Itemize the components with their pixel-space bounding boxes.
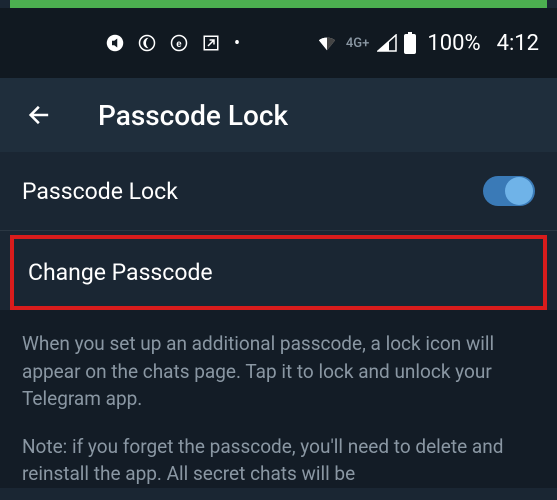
highlight-annotation: Change Passcode [10, 235, 547, 310]
moon-icon [138, 34, 156, 52]
passcode-lock-label: Passcode Lock [22, 178, 483, 205]
toggle-knob [505, 177, 533, 205]
info-paragraph-1: When you set up an additional passcode, … [22, 330, 535, 413]
clock-time: 4:12 [497, 31, 539, 56]
letter-e-icon: e [170, 34, 188, 52]
passcode-lock-toggle[interactable] [483, 176, 535, 206]
network-type-label: 4G+ [346, 36, 369, 51]
more-dot-icon: • [234, 33, 240, 54]
app-header: Passcode Lock [0, 78, 557, 152]
signal-icon [377, 34, 397, 52]
info-section: When you set up an additional passcode, … [0, 310, 557, 488]
page-title: Passcode Lock [98, 99, 288, 132]
change-passcode-row[interactable]: Change Passcode [14, 239, 543, 306]
battery-percent: 100% [427, 31, 480, 56]
arrow-left-icon [26, 101, 54, 129]
svg-text:e: e [176, 39, 182, 50]
square-arrow-icon [202, 34, 220, 52]
info-paragraph-2: Note: if you forget the passcode, you'll… [22, 433, 535, 488]
sound-icon [106, 34, 124, 52]
battery-icon [403, 32, 417, 54]
passcode-lock-row[interactable]: Passcode Lock [0, 152, 557, 231]
wifi-icon [316, 34, 338, 52]
back-button[interactable] [20, 95, 60, 135]
status-bar: e • 4G+ 100% 4:12 [0, 8, 557, 78]
change-passcode-label: Change Passcode [28, 259, 529, 286]
top-accent-bar [10, 0, 547, 8]
